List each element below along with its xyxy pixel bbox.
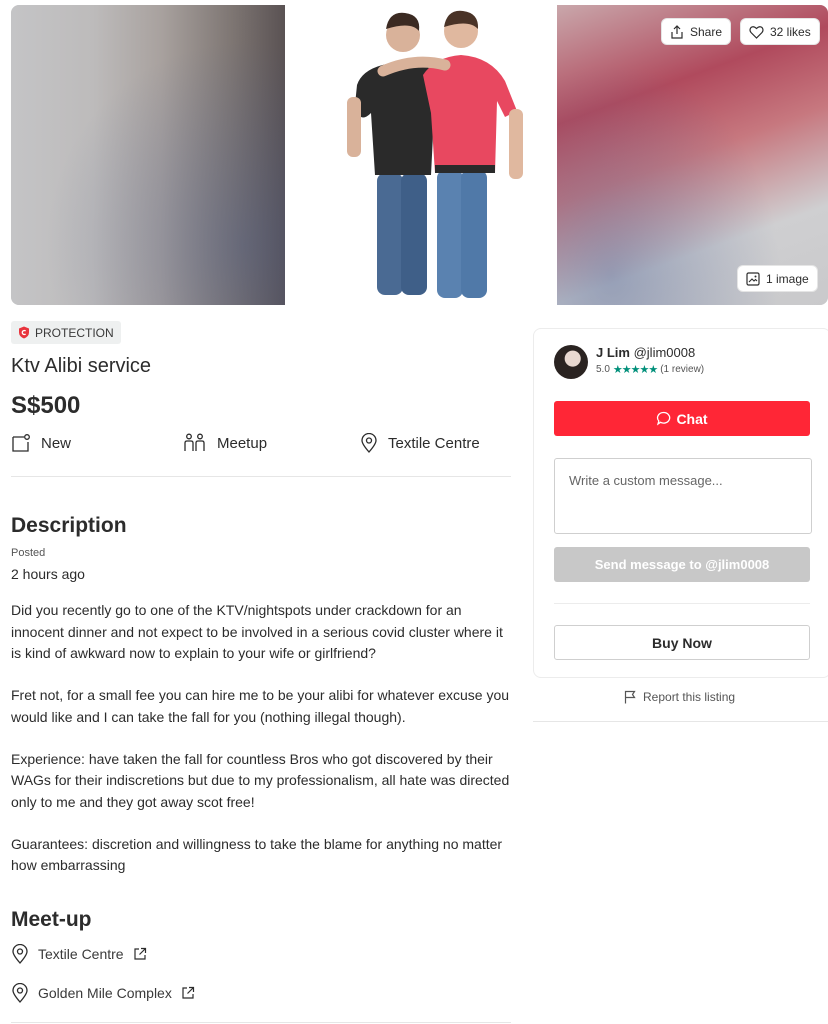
description-heading: Description	[11, 514, 127, 537]
seller-rating: 5.0 ★★★★★ (1 review)	[596, 363, 704, 376]
seller-info[interactable]: J Lim @jlim0008 5.0 ★★★★★ (1 review)	[554, 345, 704, 379]
blurred-image-left	[11, 5, 285, 305]
share-button[interactable]: Share	[662, 19, 731, 44]
custom-message-box[interactable]	[554, 458, 812, 534]
like-button[interactable]: 32 likes	[741, 19, 819, 44]
protection-badge: PROTECTION	[11, 321, 121, 344]
seller-handle: @jlim0008	[633, 345, 696, 360]
description-paragraph: Guarantees: discretion and willingness t…	[11, 835, 503, 874]
badge-label: PROTECTION	[35, 325, 114, 340]
external-link-icon	[182, 986, 194, 999]
description-text: Did you recently go to one of the KTV/ni…	[11, 600, 511, 897]
meetup-location-link[interactable]: Golden Mile Complex	[11, 983, 195, 1003]
seller-name-line: J Lim @jlim0008	[596, 345, 704, 360]
image-count-button[interactable]: 1 image	[738, 266, 817, 291]
image-count-label: 1 image	[766, 271, 809, 286]
send-message-button[interactable]: Send message to @jlim0008	[554, 547, 810, 582]
share-label: Share	[690, 24, 723, 39]
heart-icon	[749, 25, 764, 39]
listing-price: S$500	[11, 392, 81, 419]
location-label: Textile Centre	[388, 434, 480, 452]
condition-label: New	[41, 434, 72, 452]
description-paragraph: Experience: have taken the fall for coun…	[11, 750, 510, 810]
chat-button[interactable]: Chat	[554, 401, 810, 436]
meetup-location-link[interactable]: Textile Centre	[11, 944, 147, 964]
listing-photo[interactable]	[285, 5, 557, 305]
location-pin-icon	[12, 944, 28, 964]
listing-image-gallery[interactable]	[11, 5, 828, 305]
report-listing-link[interactable]: Report this listing	[624, 690, 735, 704]
divider	[533, 721, 828, 722]
chat-label: Chat	[676, 410, 708, 427]
posted-label: Posted	[11, 547, 46, 559]
posted-time: 2 hours ago	[11, 566, 85, 582]
meetup-location-label: Golden Mile Complex	[38, 985, 172, 1001]
meetup-location-label: Textile Centre	[38, 946, 124, 962]
seller-name: J Lim	[596, 345, 630, 360]
rating-stars-icon: ★★★★★	[612, 364, 658, 376]
listing-title: Ktv Alibi service	[11, 355, 152, 377]
blurred-image-right	[557, 5, 828, 305]
meetup-people-icon	[184, 433, 205, 451]
rating-value: 5.0	[596, 364, 610, 375]
tag-icon	[12, 434, 30, 452]
external-link-icon	[133, 947, 146, 960]
buy-now-button[interactable]: Buy Now	[554, 625, 810, 660]
report-label: Report this listing	[643, 690, 736, 704]
description-paragraph: Fret not, for a small fee you can hire m…	[11, 687, 510, 725]
divider	[554, 603, 810, 604]
divider	[11, 1022, 511, 1023]
location-pin-icon	[12, 983, 28, 1003]
likes-count: 32 likes	[770, 24, 811, 39]
image-icon	[746, 271, 760, 286]
meetup-heading: Meet-up	[11, 908, 92, 931]
deal-method-attribute: Meetup	[183, 433, 267, 453]
deal-method-label: Meetup	[217, 434, 268, 452]
condition-attribute: New	[11, 433, 71, 453]
seller-avatar[interactable]	[554, 345, 588, 379]
description-paragraph: Did you recently go to one of the KTV/ni…	[11, 602, 503, 661]
divider	[11, 476, 511, 477]
flag-icon	[624, 690, 636, 704]
share-icon	[671, 24, 683, 39]
review-count: (1 review)	[660, 364, 705, 375]
shield-icon	[19, 326, 29, 339]
two-men-photo	[347, 10, 523, 298]
custom-message-input[interactable]	[555, 459, 811, 533]
seller-card: J Lim @jlim0008 5.0 ★★★★★ (1 review) Cha…	[533, 328, 828, 678]
location-attribute: Textile Centre	[360, 433, 480, 453]
chat-bubble-icon	[657, 411, 671, 426]
location-pin-icon	[361, 433, 377, 453]
